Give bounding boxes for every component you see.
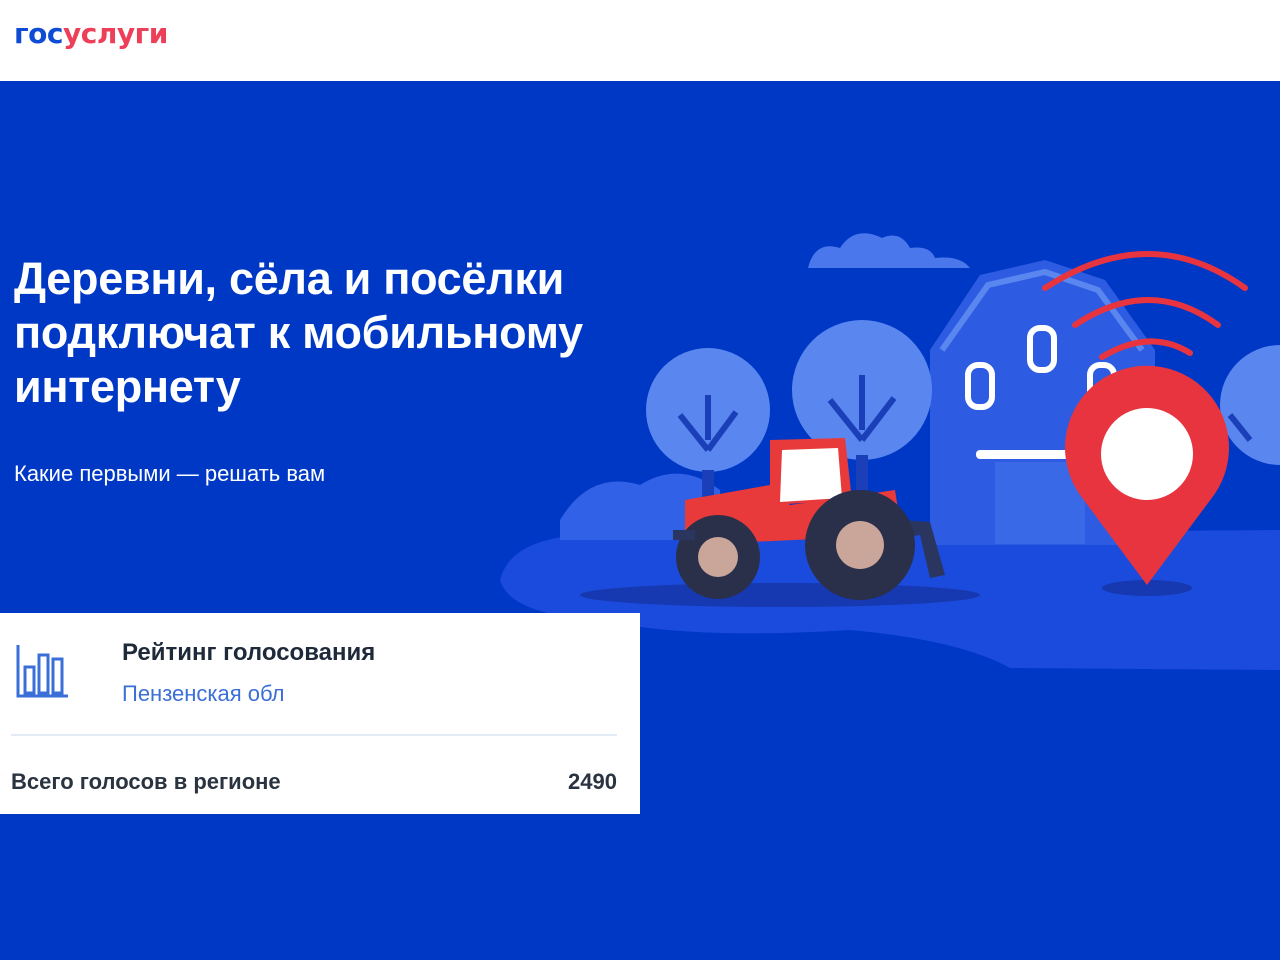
rating-card-title: Рейтинг голосования: [122, 639, 376, 666]
bar-chart-icon: [16, 645, 68, 698]
logo-part-gos: гос: [14, 17, 63, 50]
logo-part-uslugi: услуги: [62, 17, 168, 50]
cloud-icon: [808, 233, 970, 268]
rating-card-divider: [11, 734, 617, 736]
hero-illustration: [500, 233, 1280, 670]
header: госуслуги: [0, 0, 1280, 81]
total-votes-value: 2490: [568, 769, 617, 794]
gosuslugi-logo[interactable]: госуслуги: [14, 14, 168, 54]
rating-card-region[interactable]: Пензенская обл: [122, 679, 284, 709]
hero-subtitle: Какие первыми — решать вам: [14, 461, 326, 486]
total-votes-label: Всего голосов в регионе: [11, 769, 281, 794]
